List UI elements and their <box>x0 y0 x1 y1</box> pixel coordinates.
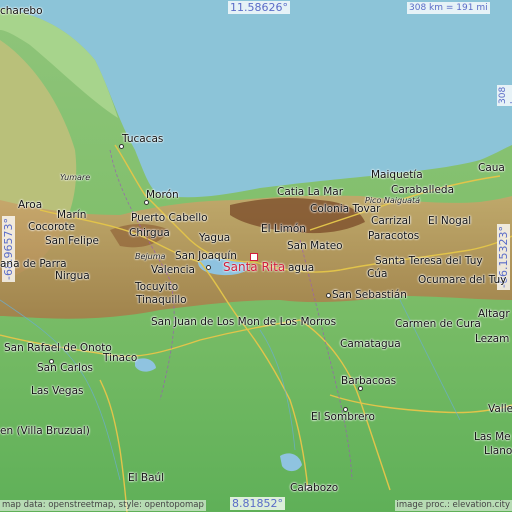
place-label: San Rafael de Onoto <box>4 342 112 354</box>
place-label: charebo <box>0 5 43 17</box>
place-label: Marín <box>57 209 87 221</box>
place-label: Cúa <box>367 268 388 280</box>
lat-top-label: 11.58626° <box>228 1 290 14</box>
lat-bottom-label: 8.81852° <box>230 497 285 510</box>
place-label: El Baúl <box>128 472 165 484</box>
place-label: Tinaco <box>103 352 138 364</box>
place-label: San Mateo <box>287 240 343 252</box>
place-label: San Felipe <box>45 235 99 247</box>
place-label: Morón <box>146 189 179 201</box>
place-label: San Juan de Los Mon de Los Morros <box>151 316 337 328</box>
place-label: Llano <box>484 445 512 457</box>
place-label: Las Vegas <box>31 385 84 397</box>
place-label: Pico Naiguatá <box>365 196 421 205</box>
map-canvas[interactable]: 11.58626° 8.81852° -68.96573° -66.15323°… <box>0 0 512 512</box>
place-label: Aroa <box>18 199 43 211</box>
place-label: Bejuma <box>135 252 166 261</box>
city-dot <box>206 265 211 270</box>
place-label: Caua <box>478 162 505 174</box>
place-label: Catia La Mar <box>277 186 344 198</box>
place-label: en (Villa Bruzual) <box>0 425 90 437</box>
scale-top: 308 km = 191 mi <box>407 2 490 14</box>
place-label: Tucacas <box>122 133 164 145</box>
place-label: San Carlos <box>37 362 93 374</box>
scale-right: 308 km = 191 mi <box>497 84 512 106</box>
place-label: Valle <box>488 403 512 415</box>
map-attribution: map data: openstreetmap, style: opentopo… <box>0 500 206 511</box>
place-label: Yumare <box>60 173 91 182</box>
highlighted-place-label[interactable]: Santa Rita <box>223 261 285 273</box>
place-label: Valencia <box>151 264 195 276</box>
place-label: Lezam <box>475 333 510 345</box>
place-label: Yagua <box>199 232 231 244</box>
lon-left-label: -68.96573° <box>2 216 15 282</box>
place-label: Nirgua <box>55 270 90 282</box>
place-label: El Sombrero <box>311 411 375 423</box>
place-label: San Sebastián <box>332 289 407 301</box>
place-label: ana de Parra <box>0 258 67 270</box>
place-label: Puerto Cabello <box>131 212 208 224</box>
place-label: El Limón <box>261 223 306 235</box>
place-label: agua <box>288 262 315 274</box>
place-label: Maiquetía <box>371 169 423 181</box>
place-label: Santa Teresa del Tuy <box>375 255 483 267</box>
place-label: Cocorote <box>28 221 76 233</box>
place-label: Camatagua <box>340 338 401 350</box>
place-label: Paracotos <box>368 230 420 242</box>
place-label: Chirgua <box>129 227 170 239</box>
place-label: Tocuyito <box>135 281 179 293</box>
place-label: Tinaquillo <box>136 294 187 306</box>
place-label: Calabozo <box>290 482 339 494</box>
place-label: Barbacoas <box>341 375 397 387</box>
city-dot <box>326 293 331 298</box>
image-attribution: image proc.: elevation.city <box>394 500 512 511</box>
place-label: El Nogal <box>428 215 472 227</box>
place-label: Carmen de Cura <box>395 318 481 330</box>
place-label: Altagr <box>478 308 510 320</box>
place-label: Carrizal <box>371 215 411 227</box>
place-label: Ocumare del Tuy <box>418 274 507 286</box>
place-label: Las Me <box>474 431 511 443</box>
